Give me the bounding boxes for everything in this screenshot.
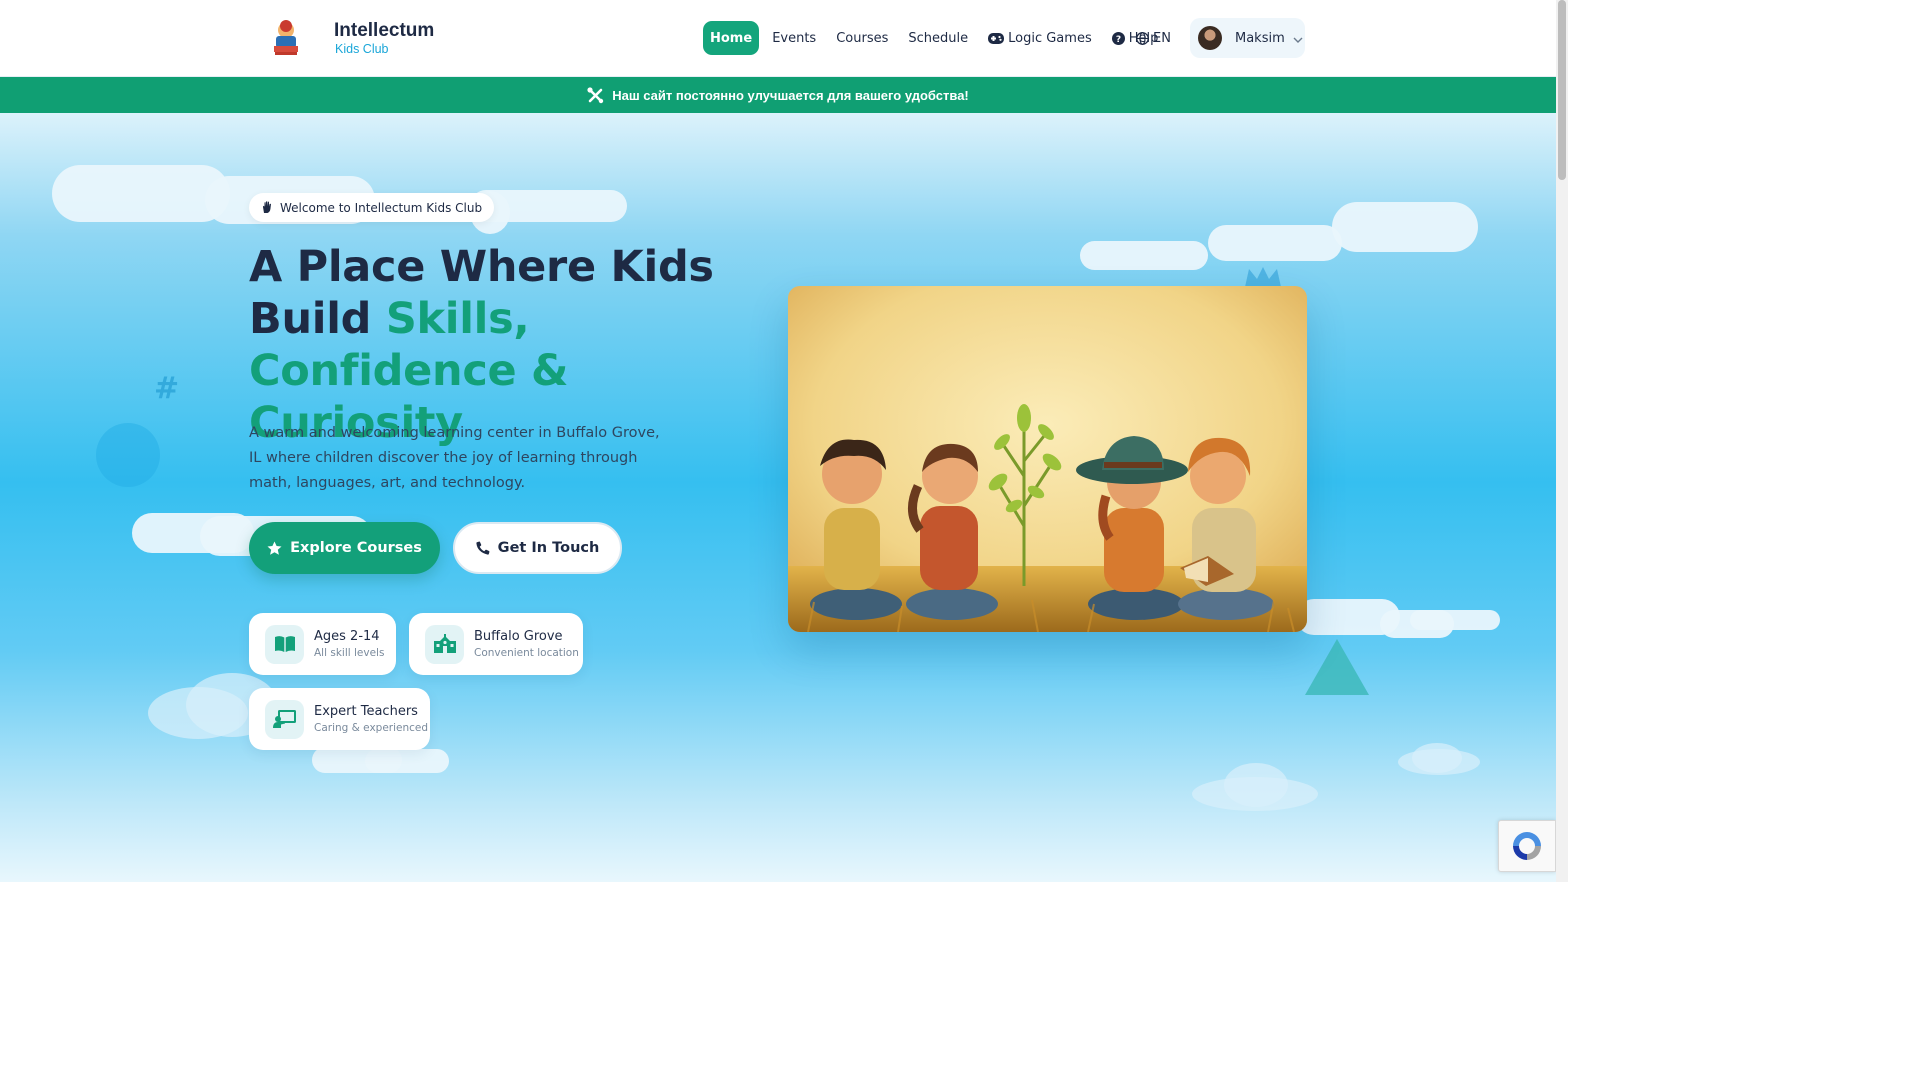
nav-logic-games[interactable]: Logic Games xyxy=(981,21,1099,55)
brand-subtitle: Kids Club xyxy=(335,42,389,56)
triangle-decoration xyxy=(1305,639,1369,695)
question-circle-icon: ? xyxy=(1111,31,1125,45)
cloud-decoration xyxy=(52,165,230,222)
main-nav: Home Events Courses Schedule Logic Games… xyxy=(703,21,1171,55)
hero-headline: A Place Where Kids Build Skills, Confide… xyxy=(249,241,769,449)
feature-title: Expert Teachers xyxy=(314,704,418,719)
star-icon xyxy=(267,541,282,556)
teacher-icon xyxy=(265,699,304,739)
svg-text:?: ? xyxy=(1116,35,1121,45)
welcome-text: Welcome to Intellectum Kids Club xyxy=(280,200,483,215)
cloud-decoration xyxy=(365,749,449,773)
language-switcher[interactable]: EN xyxy=(1136,21,1171,55)
user-name: Maksim xyxy=(1235,30,1285,46)
cloud-decoration xyxy=(1410,610,1500,630)
language-label: EN xyxy=(1153,30,1171,46)
banner-text: Наш сайт постоянно улучшается для вашего… xyxy=(612,87,969,103)
announcement-banner: Наш сайт постоянно улучшается для вашего… xyxy=(0,77,1556,113)
nav-events-label: Events xyxy=(772,30,817,46)
logo[interactable] xyxy=(268,18,304,58)
circle-decoration xyxy=(96,423,160,487)
cloud-decoration xyxy=(1080,241,1208,270)
nav-home[interactable]: Home xyxy=(703,21,760,55)
feature-card-ages: Ages 2-14 All skill levels xyxy=(249,613,396,675)
avatar xyxy=(1198,26,1222,50)
nav-schedule[interactable]: Schedule xyxy=(901,21,975,55)
scrollbar-thumb[interactable] xyxy=(1558,0,1566,180)
globe-icon xyxy=(1136,31,1149,45)
hero-section: # Welcome to Intellectum Kids Club A Pla… xyxy=(0,113,1556,882)
feature-subtitle: Convenient location xyxy=(474,647,579,659)
get-in-touch-button[interactable]: Get In Touch xyxy=(453,522,622,574)
nav-home-label: Home xyxy=(710,30,753,46)
feature-title: Ages 2-14 xyxy=(314,629,380,644)
feature-title: Buffalo Grove xyxy=(474,629,563,644)
hash-decoration: # xyxy=(154,371,180,406)
nav-schedule-label: Schedule xyxy=(908,30,969,46)
hand-wave-icon xyxy=(261,201,273,214)
cloud-decoration xyxy=(1224,763,1288,807)
feature-subtitle: Caring & experienced xyxy=(314,722,429,734)
cloud-decoration xyxy=(1412,743,1462,773)
explore-courses-button[interactable]: Explore Courses xyxy=(249,522,440,574)
book-open-icon xyxy=(265,624,304,664)
hero-description: A warm and welcoming learning center in … xyxy=(249,425,660,491)
nav-courses-label: Courses xyxy=(836,30,889,46)
nav-logic-games-label: Logic Games xyxy=(1008,30,1092,46)
gamepad-icon xyxy=(988,32,1005,44)
school-icon xyxy=(425,624,464,664)
feature-subtitle: All skill levels xyxy=(314,647,385,659)
cloud-decoration xyxy=(1332,202,1478,252)
nav-events[interactable]: Events xyxy=(765,21,823,55)
nav-courses[interactable]: Courses xyxy=(829,21,895,55)
chevron-down-icon xyxy=(1293,29,1303,48)
feature-card-teachers: Expert Teachers Caring & experienced xyxy=(249,688,430,750)
recaptcha-icon xyxy=(1513,832,1541,860)
welcome-badge: Welcome to Intellectum Kids Club xyxy=(249,193,495,222)
hero-illustration xyxy=(788,286,1307,632)
cloud-decoration xyxy=(1208,225,1342,261)
phone-icon xyxy=(476,541,490,555)
brand-title[interactable]: Intellectum xyxy=(334,20,434,42)
recaptcha-badge[interactable] xyxy=(1498,820,1556,872)
site-header: Intellectum Kids Club Home Events Course… xyxy=(0,0,1556,77)
explore-courses-label: Explore Courses xyxy=(290,540,422,556)
tools-icon xyxy=(587,86,604,104)
user-menu[interactable]: Maksim xyxy=(1190,18,1305,58)
feature-card-location: Buffalo Grove Convenient location xyxy=(409,613,583,675)
get-in-touch-label: Get In Touch xyxy=(497,540,600,556)
